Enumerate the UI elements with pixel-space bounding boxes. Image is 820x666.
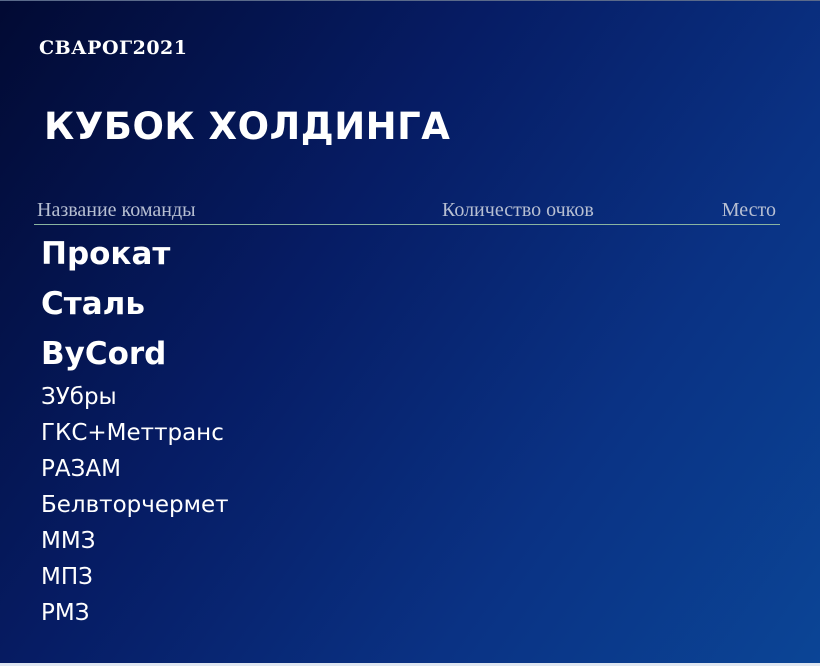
team-row: ММЗ [41,528,96,554]
column-header-points: Количество очков [442,199,594,221]
team-row: Прокат [41,236,171,272]
team-row: Белвторчермет [41,492,229,518]
team-row: ByCord [41,336,167,372]
team-row: ЗУбры [41,384,117,410]
brand-logo: СВАРОГ2021 [39,37,188,59]
scoreboard-screen: СВАРОГ2021 КУБОК ХОЛДИНГА Название коман… [0,0,820,666]
page-title: КУБОК ХОЛДИНГА [44,105,451,148]
table-header: Название команды Количество очков Место [34,199,780,225]
team-row: РМЗ [41,600,90,626]
team-row: Сталь [41,286,145,322]
column-header-team-name: Название команды [37,199,196,221]
team-list: Прокат Сталь ByCord ЗУбры ГКС+Меттранс Р… [41,229,229,631]
team-row: РАЗАМ [41,456,121,482]
team-row: ГКС+Меттранс [41,420,224,446]
team-row: МПЗ [41,564,93,590]
column-header-place: Место [721,199,776,221]
